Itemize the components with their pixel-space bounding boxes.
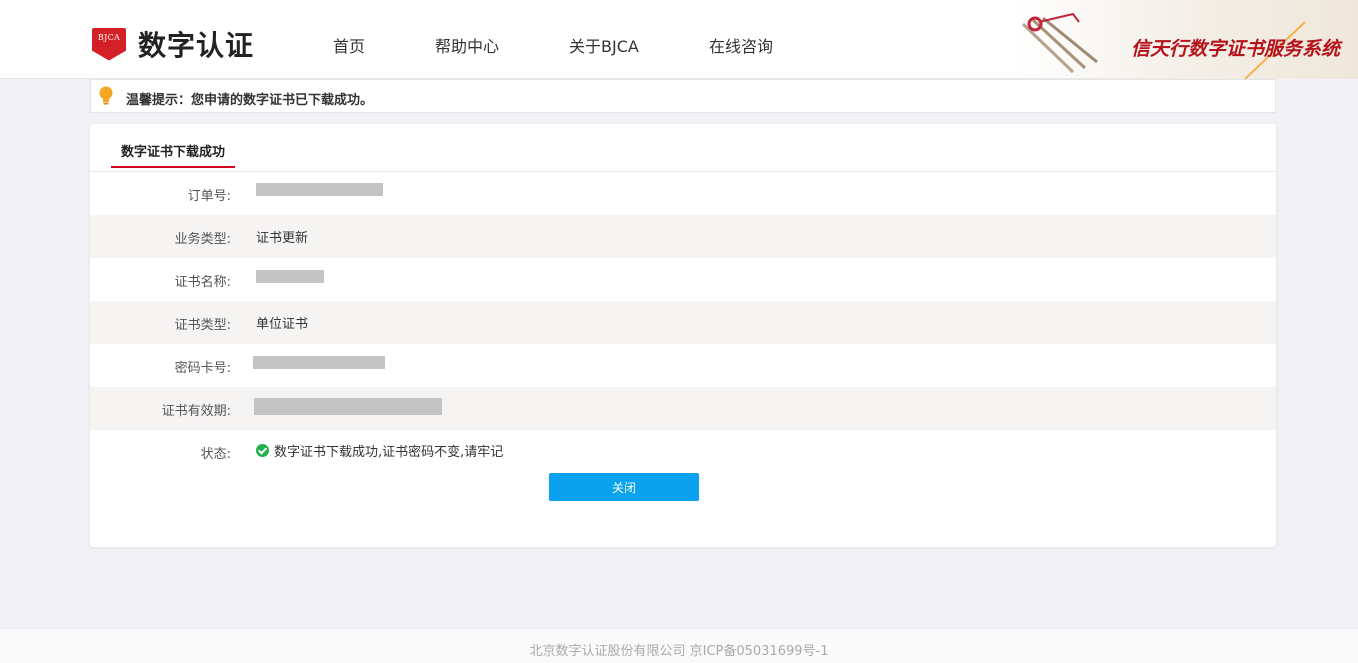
cert-type-label: 证书类型: xyxy=(174,318,231,333)
order-number-redacted xyxy=(256,183,383,196)
tab-bar: 数字证书下载成功 xyxy=(90,124,1276,172)
card-number-label: 密码卡号: xyxy=(174,361,231,376)
validity-redacted xyxy=(254,398,442,415)
card-number-redacted xyxy=(253,356,385,369)
banner-title: 信天行数字证书服务系统 xyxy=(1130,38,1340,60)
header: BJCA 数字认证 首页 帮助中心 关于BJCA 在线咨询 信天行数字证书服务系… xyxy=(0,0,1358,79)
header-banner: 信天行数字证书服务系统 xyxy=(1013,0,1358,79)
validity-label: 证书有效期: xyxy=(161,404,231,419)
nav-help-center[interactable]: 帮助中心 xyxy=(435,33,499,57)
tab-download-success[interactable]: 数字证书下载成功 xyxy=(111,141,236,168)
business-type-label: 业务类型: xyxy=(174,232,231,247)
row-cert-name: 证书名称: xyxy=(90,258,1276,301)
notice-bar: 温馨提示：您申请的数字证书已下载成功。 xyxy=(90,79,1276,113)
result-card: 数字证书下载成功 订单号: 业务类型: 证书更新 证书名称: 证书类型: 单位证… xyxy=(90,124,1276,547)
business-type-value: 证书更新 xyxy=(256,231,309,246)
footer: 北京数字认证股份有限公司 京ICP备05031699号-1 xyxy=(0,628,1358,663)
nav-about-bjca[interactable]: 关于BJCA xyxy=(569,33,639,57)
cert-name-redacted xyxy=(256,270,324,283)
row-validity: 证书有效期: xyxy=(90,387,1276,430)
nav-home[interactable]: 首页 xyxy=(333,33,365,57)
row-business-type: 业务类型: 证书更新 xyxy=(90,215,1276,258)
status-text: 数字证书下载成功,证书密码不变,请牢记 xyxy=(274,445,504,460)
cert-name-label: 证书名称: xyxy=(174,275,231,290)
status-value: 数字证书下载成功,证书密码不变,请牢记 xyxy=(256,441,503,460)
notice-text: 温馨提示：您申请的数字证书已下载成功。 xyxy=(126,93,374,108)
row-card-number: 密码卡号: xyxy=(90,344,1276,387)
status-label: 状态: xyxy=(200,447,231,462)
row-status: 状态: 数字证书下载成功,证书密码不变,请牢记 xyxy=(90,430,1276,473)
cert-type-value: 单位证书 xyxy=(256,317,309,332)
close-button[interactable]: 关闭 xyxy=(549,473,699,501)
lightbulb-icon xyxy=(99,86,113,105)
success-check-icon xyxy=(256,444,269,457)
nav-online-consult[interactable]: 在线咨询 xyxy=(709,33,773,57)
order-number-label: 订单号: xyxy=(187,189,231,204)
row-cert-type: 证书类型: 单位证书 xyxy=(90,301,1276,344)
row-order-number: 订单号: xyxy=(90,172,1276,215)
footer-text: 北京数字认证股份有限公司 京ICP备05031699号-1 xyxy=(529,644,829,659)
